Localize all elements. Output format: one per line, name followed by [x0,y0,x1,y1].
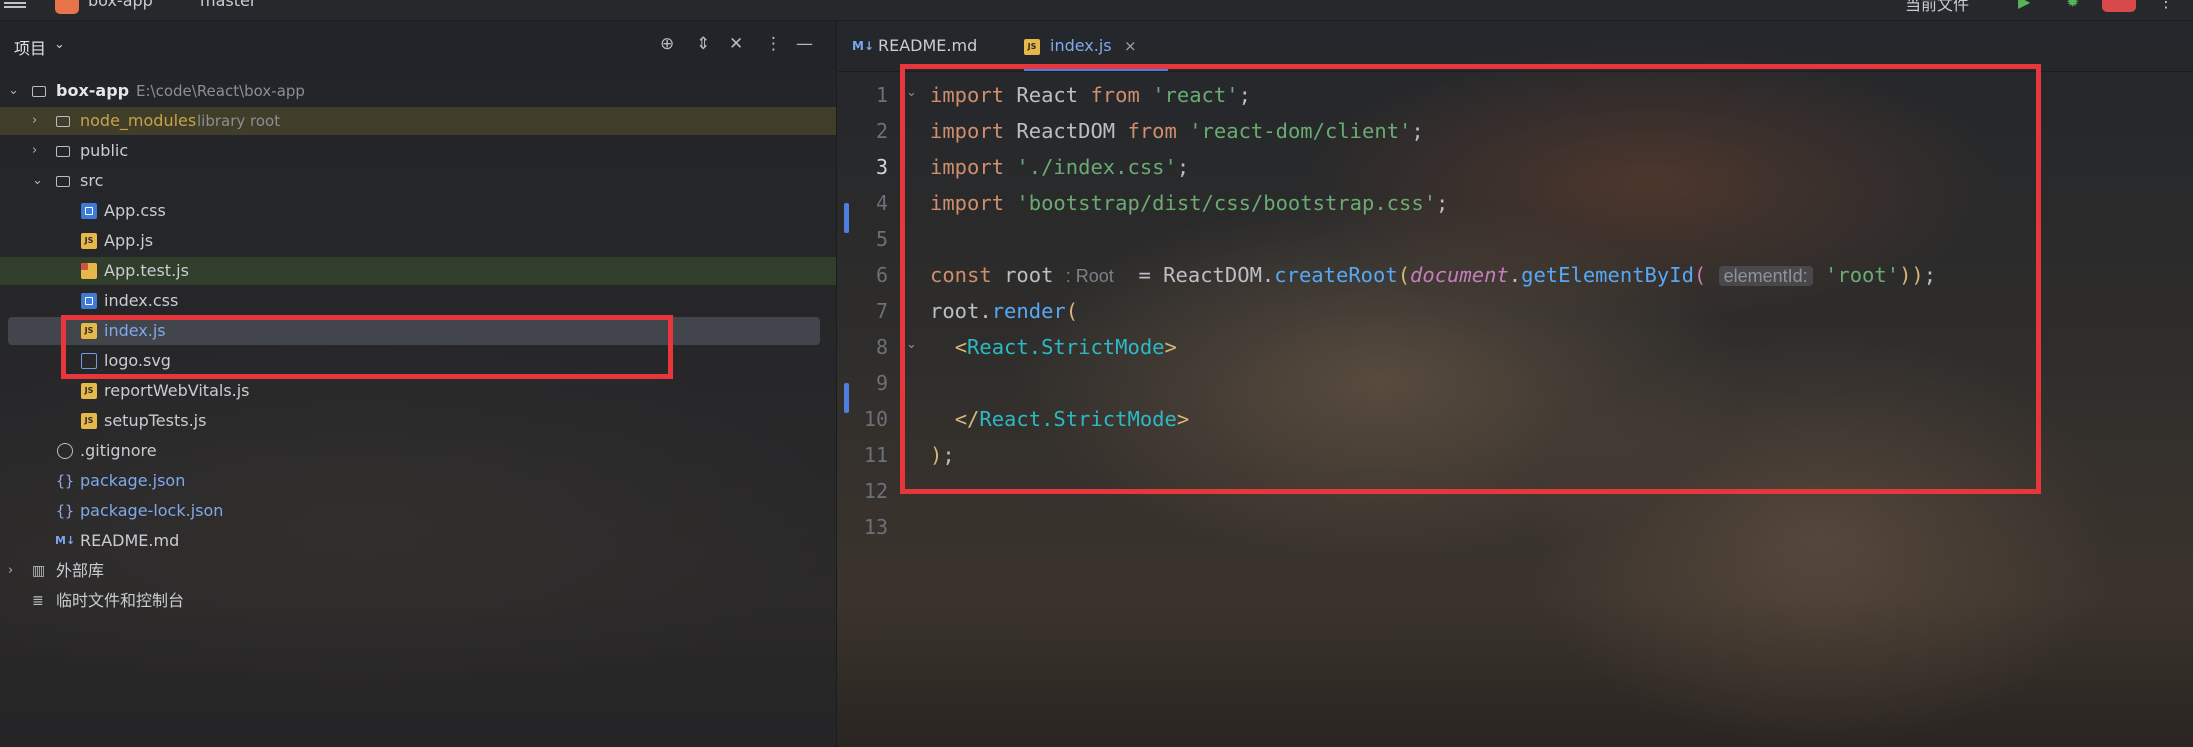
collapse-all-icon[interactable]: ✕ [729,34,743,54]
tree-item-external-libraries[interactable]: › ▥ 外部库 [0,557,836,585]
tree-item-label: 临时文件和控制台 [56,591,185,610]
chevron-right-icon[interactable]: › [32,137,37,165]
annotation-box-tree [61,315,673,379]
tree-item-label: README.md [80,531,180,550]
tree-item-package-json[interactable]: {} package.json [0,467,836,495]
folder-icon [56,146,70,157]
test-file-icon [81,263,97,279]
title-bar: box-app master 当前文件 ▶ ✹ ⋮ [0,0,2193,21]
branch-name[interactable]: master [200,0,256,10]
tree-item-app-css[interactable]: App.css [0,197,836,225]
more-icon[interactable]: ⋮ [2158,0,2174,11]
folder-icon [56,116,70,127]
js-file-icon: JS [81,383,97,399]
locate-icon[interactable]: ⊕ [660,34,674,54]
expand-all-icon[interactable]: ⇕ [696,34,710,54]
tree-item-readme[interactable]: M↓ README.md [0,527,836,555]
tree-item-package-lock-json[interactable]: {} package-lock.json [0,497,836,525]
tree-item-node-modules[interactable]: › node_modules library root [0,107,836,135]
tree-item-label: .gitignore [80,441,157,460]
folder-icon [56,176,70,187]
tree-item-path: E:\code\React\box-app [136,82,305,100]
library-icon: ▥ [32,563,46,579]
line-number: 12 [863,479,888,503]
tree-item-scratches[interactable]: ≣ 临时文件和控制台 [0,587,836,615]
tree-item-label: box-app [56,81,130,100]
tree-item-label: node_modules [80,111,197,130]
tree-item-label: App.css [104,201,166,220]
tree-item-label: App.test.js [104,261,189,280]
tree-item-label: index.css [104,291,179,310]
css-file-icon [81,203,97,219]
options-icon[interactable]: ⋮ [765,34,782,54]
chevron-down-icon[interactable]: ⌄ [8,77,19,105]
js-file-icon: JS [81,413,97,429]
project-badge-icon[interactable] [55,0,79,14]
hide-panel-icon[interactable]: — [796,34,813,54]
css-file-icon [81,293,97,309]
markdown-file-icon: M↓ [55,534,76,547]
hamburger-menu-icon[interactable] [4,0,26,8]
tree-item-src[interactable]: ⌄ src [0,167,836,195]
line-number: 3 [875,155,888,179]
scratch-console-icon: ≣ [32,593,44,609]
chevron-right-icon[interactable]: › [8,557,13,585]
tree-item-report-web-vitals[interactable]: JS reportWebVitals.js [0,377,836,405]
tree-item-box-app[interactable]: ⌄ box-app E:\code\React\box-app [0,77,836,105]
tree-item-index-css[interactable]: index.css [0,287,836,315]
line-number: 2 [875,119,888,143]
tree-item-public[interactable]: › public [0,137,836,165]
project-panel: 项目 ⌄ ⊕ ⇕ ✕ ⋮ — ⌄ box-app E:\code\React\b… [0,21,837,747]
run-icon[interactable]: ▶ [2018,0,2030,11]
ignore-file-icon [57,443,73,459]
tree-item-label: App.js [104,231,154,250]
folder-icon [32,86,46,97]
line-number: 13 [863,515,888,539]
tree-item-label: setupTests.js [104,411,207,430]
tree-item-app-js[interactable]: JS App.js [0,227,836,255]
json-file-icon: {} [56,502,75,520]
project-name[interactable]: box-app [88,0,153,10]
line-number: 8 [875,335,888,359]
stop-button[interactable] [2102,0,2136,12]
project-panel-title[interactable]: 项目 [14,35,46,59]
tree-item-note: library root [197,112,281,130]
debug-icon[interactable]: ✹ [2066,0,2079,11]
tree-item-setup-tests[interactable]: JS setupTests.js [0,407,836,435]
json-file-icon: {} [56,472,75,490]
tree-item-label: package-lock.json [80,501,224,520]
js-file-icon: JS [1024,39,1040,55]
line-number: 1 [875,83,888,107]
change-marker[interactable] [844,203,849,233]
tree-item-label: package.json [80,471,186,490]
tree-item-gitignore[interactable]: .gitignore [0,437,836,465]
chevron-down-icon[interactable]: ⌄ [54,37,65,52]
tree-item-label: 外部库 [56,561,105,580]
chevron-down-icon[interactable]: ⌄ [32,167,43,195]
tree-item-app-test-js[interactable]: App.test.js [0,257,836,285]
line-number: 6 [875,263,888,287]
line-number: 11 [863,443,888,467]
markdown-file-icon: M↓ [852,39,874,53]
chevron-right-icon[interactable]: › [32,107,37,135]
line-number: 7 [875,299,888,323]
project-panel-header: 项目 ⌄ ⊕ ⇕ ✕ ⋮ — [0,21,836,71]
tree-item-label: public [80,141,129,160]
js-file-icon: JS [81,233,97,249]
run-config-label[interactable]: 当前文件 [1905,0,1969,15]
tree-item-label: reportWebVitals.js [104,381,250,400]
change-marker[interactable] [844,383,849,413]
tree-item-label: src [80,171,104,190]
annotation-box-code [900,64,2041,494]
